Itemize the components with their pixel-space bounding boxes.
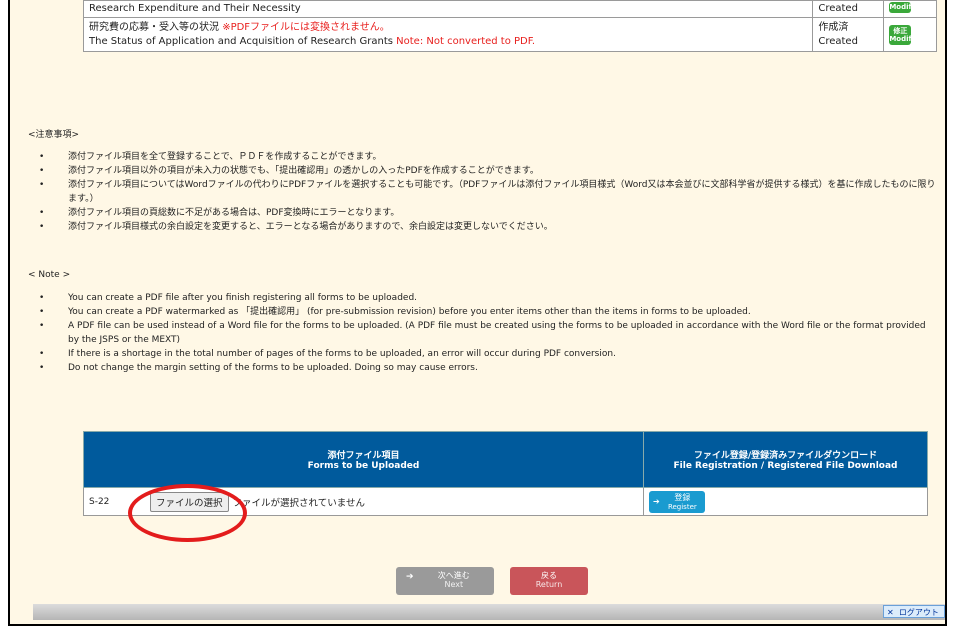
notes-list: 添付ファイル項目を全て登録することで、ＰＤＦを作成することができます。 添付ファ… bbox=[28, 150, 938, 234]
list-item: 添付ファイル項目様式の余白設定を変更すると、エラーとなる場合がありますので、余白… bbox=[28, 220, 938, 234]
list-item: 添付ファイル項目の頁総数に不足がある場合は、PDF変換時にエラーとなります。 bbox=[28, 206, 938, 220]
table-row: 研究費の応募・受入等の状況 ※PDFファイルには変換されません。 The Sta… bbox=[82, 17, 937, 52]
notes-heading: < Note > bbox=[28, 270, 71, 280]
list-item: A PDF file can be used instead of a Word… bbox=[28, 319, 938, 347]
arrow-right-icon: ➔ bbox=[653, 496, 660, 506]
forms-column-header: 添付ファイル項目 Forms to be Uploaded bbox=[83, 431, 644, 488]
table-row: Research Expenditure and Their Necessity… bbox=[82, 0, 937, 18]
list-item: 添付ファイル項目についてはWordファイルの代わりにPDFファイルを選択すること… bbox=[28, 178, 938, 206]
list-item: If there is a shortage in the total numb… bbox=[28, 347, 938, 361]
list-item: You can create a PDF file after you fini… bbox=[28, 291, 938, 305]
item-status: Created bbox=[812, 0, 885, 18]
item-action: Modify bbox=[883, 0, 937, 18]
item-action: 修正 Modify bbox=[883, 17, 937, 52]
list-item: 添付ファイル項目を全て登録することで、ＰＤＦを作成することができます。 bbox=[28, 150, 938, 164]
registration-column-header: ファイル登録/登録済みファイルダウンロード File Registration … bbox=[643, 431, 928, 488]
notes-english: < Note > You can create a PDF file after… bbox=[28, 268, 938, 375]
logout-button[interactable]: ✕ ログアウト bbox=[883, 605, 945, 618]
item-status: 作成済 Created bbox=[812, 17, 885, 52]
modify-button[interactable]: 修正 Modify bbox=[889, 24, 916, 45]
next-button[interactable]: ➔ 次へ進む Next bbox=[396, 567, 494, 595]
arrow-right-icon: ➔ bbox=[406, 572, 414, 582]
return-button[interactable]: 戻る Return bbox=[510, 567, 588, 595]
item-title: Research Expenditure and Their Necessity bbox=[82, 0, 814, 18]
register-button[interactable]: ➔ 登録 Register bbox=[649, 490, 705, 513]
highlight-circle bbox=[128, 484, 247, 542]
item-title: 研究費の応募・受入等の状況 ※PDFファイルには変換されません。 The Sta… bbox=[82, 17, 814, 52]
no-file-text: ファイルが選択されていません bbox=[232, 497, 365, 509]
list-item: You can create a PDF watermarked as 「提出確… bbox=[28, 305, 938, 319]
close-icon: ✕ bbox=[887, 608, 894, 617]
notes-heading: <注意事項> bbox=[28, 130, 80, 140]
list-item: 添付ファイル項目以外の項目が未入力の状態でも、「提出確認用」の透かしの入ったPD… bbox=[28, 164, 938, 178]
notes-japanese: <注意事項> 添付ファイル項目を全て登録することで、ＰＤＦを作成することができま… bbox=[28, 128, 938, 234]
application-items-table: Research Expenditure and Their Necessity… bbox=[82, 0, 937, 52]
modify-button[interactable]: Modify bbox=[889, 2, 916, 13]
register-cell: ➔ 登録 Register bbox=[643, 487, 928, 516]
list-item: Do not change the margin setting of the … bbox=[28, 361, 938, 375]
footer-bar: ✕ ログアウト bbox=[33, 604, 945, 620]
notes-list: You can create a PDF file after you fini… bbox=[28, 291, 938, 375]
table-header-row: 添付ファイル項目 Forms to be Uploaded ファイル登録/登録済… bbox=[83, 431, 928, 488]
